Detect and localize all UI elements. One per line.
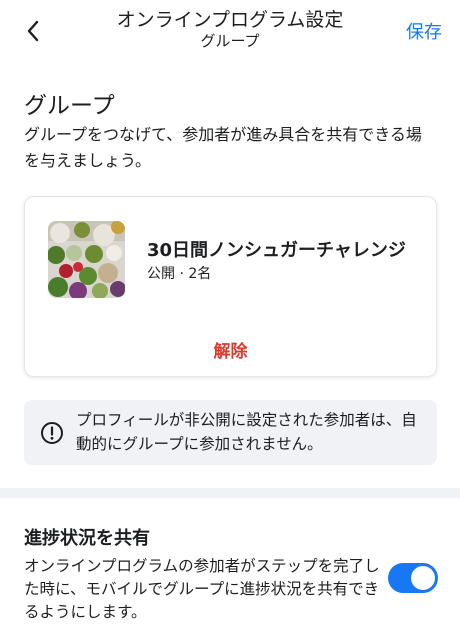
page-title: オンラインプログラム設定 — [116, 9, 344, 31]
share-progress-toggle[interactable] — [388, 563, 438, 593]
privacy-notice: プロフィールが非公開に設定された参加者は、自動的にグループに参加されません。 — [24, 400, 437, 465]
notice-text: プロフィールが非公開に設定された参加者は、自動的にグループに参加されません。 — [76, 411, 417, 453]
group-section-description: グループをつなげて、参加者が進み具合を共有できる場を与えましょう。 — [24, 125, 422, 170]
toggle-knob — [411, 566, 435, 590]
group-name[interactable]: 30日間ノンシュガーチャレンジ — [147, 236, 406, 262]
info-icon — [41, 422, 63, 444]
remove-group-button[interactable]: 解除 — [25, 337, 436, 362]
group-meta: 公開 · 2名 — [147, 266, 212, 282]
share-progress-description: オンラインプログラムの参加者がステップを完了した時に、モバイルでグループに進捗状… — [24, 557, 380, 621]
share-progress-title: 進捗状況を共有 — [24, 528, 150, 549]
save-button[interactable]: 保存 — [406, 18, 442, 44]
group-section-title: グループ — [24, 93, 115, 119]
section-divider — [0, 488, 460, 498]
top-bar: オンラインプログラム設定 グループ 保存 — [0, 0, 460, 62]
page-subtitle: グループ — [200, 32, 260, 50]
group-card: 30日間ノンシュガーチャレンジ 公開 · 2名 解除 — [24, 196, 437, 377]
group-thumbnail — [48, 221, 125, 298]
